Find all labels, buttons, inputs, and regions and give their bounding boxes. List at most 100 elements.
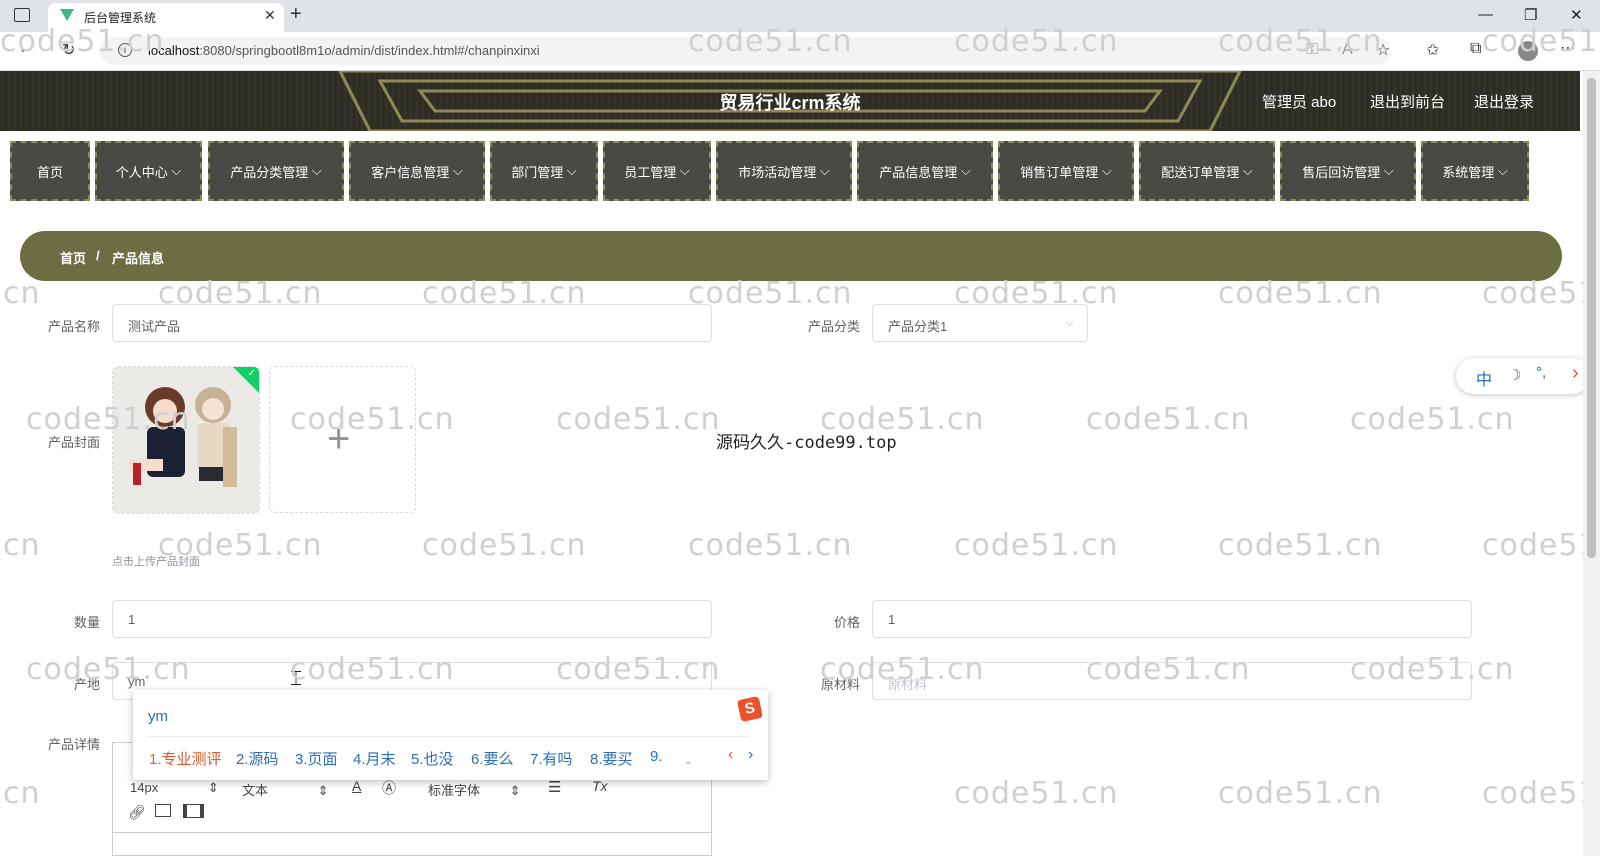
punctuation-icon[interactable]: °, — [1536, 364, 1546, 381]
menu-label: 销售订单管理 — [1020, 164, 1099, 180]
upload-cover-button[interactable]: + — [269, 366, 416, 513]
breadcrumb-separator: / — [96, 248, 100, 263]
watermark: code51.cn — [556, 402, 721, 437]
menu-label: 客户信息管理 — [371, 164, 450, 180]
product-detail-label: 产品详情 — [47, 737, 100, 752]
font-size-select[interactable]: 14px ⇕ — [130, 780, 219, 796]
watermark: code51.cn — [0, 528, 41, 563]
quantity-input[interactable]: 1 — [112, 600, 712, 638]
watermark: code51.cn — [1218, 528, 1383, 563]
uploaded-cover-image[interactable]: ✓ — [112, 366, 260, 514]
image-icon[interactable] — [155, 804, 171, 817]
chevron-down-icon: ⌵ — [1065, 315, 1075, 329]
menu-marketing-mgmt[interactable]: 市场活动管理 ⌵ — [716, 141, 852, 201]
select-arrows-icon: ⇕ — [317, 783, 329, 798]
exit-to-front-link[interactable]: 退出到前台 — [1370, 91, 1445, 112]
ime-expand-icon[interactable]: ⌄ — [684, 756, 692, 767]
chevron-right-icon[interactable]: › — [1572, 362, 1579, 385]
window-close-icon[interactable]: ✕ — [1570, 6, 1583, 24]
menu-label: 配送订单管理 — [1161, 164, 1240, 180]
chevron-down-icon: ⌵ — [960, 163, 971, 178]
ime-candidate[interactable]: 4.月末 — [353, 748, 396, 769]
chevron-down-icon: ⌵ — [566, 163, 577, 178]
sogou-logo-icon: S — [736, 695, 764, 723]
menu-sales-order-mgmt[interactable]: 销售订单管理 ⌵ — [998, 141, 1134, 201]
app-title: 贸易行业crm系统 — [719, 93, 861, 113]
tab-close-icon[interactable]: ✕ — [264, 7, 276, 24]
admin-user-label: 管理员 abo — [1262, 94, 1337, 111]
price-input[interactable]: 1 — [872, 600, 1472, 638]
ime-candidate[interactable]: 1.专业测评 — [149, 748, 222, 769]
watermark: code51.cn — [290, 652, 455, 687]
menu-label: 部门管理 — [511, 164, 564, 180]
ime-candidate[interactable]: 6.要么 — [471, 748, 514, 769]
font-size-value: 14px — [130, 780, 159, 795]
header-select[interactable]: 文本 ⇕ — [242, 780, 329, 799]
minimize-icon[interactable]: — — [1478, 6, 1493, 23]
collections-icon[interactable]: ⧉ — [1470, 40, 1481, 58]
watermark: code51.cn — [688, 276, 853, 311]
new-tab-icon[interactable]: + — [290, 3, 302, 26]
breadcrumb — [20, 231, 1562, 281]
logout-link[interactable]: 退出登录 — [1474, 91, 1534, 112]
background-color-icon[interactable]: Ⓐ — [382, 778, 396, 798]
ime-candidate[interactable]: 9. — [650, 748, 663, 765]
ime-candidate[interactable]: 7.有吗 — [530, 748, 573, 769]
font-color-icon[interactable]: A — [352, 778, 361, 794]
menu-aftersale-mgmt[interactable]: 售后回访管理 ⌵ — [1280, 141, 1416, 201]
watermark: code51.cn — [158, 276, 323, 311]
watermark: code51.cn — [26, 652, 191, 687]
font-family-select[interactable]: 标准字体 ⇕ — [428, 780, 521, 799]
favorites-icon[interactable]: ✩ — [1426, 40, 1439, 60]
chevron-down-icon: ⌵ — [1242, 163, 1253, 178]
watermark: code51.cn — [26, 402, 191, 437]
chevron-down-icon: ⌵ — [1101, 163, 1112, 178]
menu-label: 产品信息管理 — [879, 164, 958, 180]
watermark: code51.cn — [0, 276, 41, 311]
menu-label: 市场活动管理 — [738, 164, 817, 180]
restore-icon[interactable]: ❐ — [1524, 6, 1537, 24]
menu-employee-mgmt[interactable]: 员工管理 ⌵ — [603, 141, 711, 201]
tab-actions-icon[interactable] — [14, 8, 30, 22]
link-icon[interactable]: 🔗︎ — [128, 804, 146, 821]
clear-format-icon[interactable]: Tx — [592, 778, 608, 794]
vue-logo-icon — [60, 9, 74, 21]
chevron-down-icon: ⌵ — [1497, 163, 1508, 178]
watermark: code51.cn — [1218, 776, 1383, 811]
ime-chinese-mode[interactable]: 中 — [1476, 366, 1492, 390]
watermark: code51.cn — [158, 528, 323, 563]
ime-prev-page-icon[interactable]: ‹ — [728, 746, 733, 764]
scrollbar-thumb[interactable] — [1587, 78, 1596, 558]
menu-delivery-order-mgmt[interactable]: 配送订单管理 ⌵ — [1139, 141, 1275, 201]
watermark: code51.cn — [1350, 402, 1515, 437]
breadcrumb-home[interactable]: 首页 — [60, 248, 86, 267]
menu-personal-center[interactable]: 个人中心 ⌵ — [95, 141, 202, 201]
moon-icon[interactable]: ☽ — [1508, 366, 1521, 384]
quantity-value: 1 — [128, 612, 136, 627]
menu-label: 系统管理 — [1442, 164, 1495, 180]
product-category-value: 产品分类1 — [888, 319, 948, 334]
center-watermark: 源码久久-code99.top — [716, 433, 897, 453]
video-icon[interactable] — [183, 804, 204, 818]
menu-home[interactable]: 首页 — [10, 141, 90, 201]
product-name-label: 产品名称 — [47, 319, 100, 334]
ime-candidate[interactable]: 3.页面 — [295, 748, 338, 769]
watermark: code51.cn — [688, 24, 853, 59]
chevron-down-icon: ⌵ — [819, 163, 830, 178]
menu-category-mgmt[interactable]: 产品分类管理 ⌵ — [208, 141, 344, 201]
menu-customer-mgmt[interactable]: 客户信息管理 ⌵ — [349, 141, 485, 201]
menu-department-mgmt[interactable]: 部门管理 ⌵ — [490, 141, 598, 201]
watermark: code51.cn — [422, 276, 587, 311]
ime-candidate[interactable]: 8.要买 — [590, 748, 633, 769]
watermark: code51.cn — [1218, 276, 1383, 311]
watermark: code51.cn — [688, 528, 853, 563]
ime-next-page-icon[interactable]: › — [748, 746, 753, 764]
watermark: code51.cn — [954, 276, 1119, 311]
chevron-down-icon: ⌵ — [311, 163, 322, 178]
menu-product-mgmt[interactable]: 产品信息管理 ⌵ — [857, 141, 993, 201]
menu-system-mgmt[interactable]: 系统管理 ⌵ — [1421, 141, 1529, 201]
ime-candidate[interactable]: 5.也没 — [411, 748, 454, 769]
align-icon[interactable]: ☰ — [548, 778, 561, 796]
watermark: code51.cn — [556, 652, 721, 687]
ime-candidate[interactable]: 2.源码 — [236, 748, 279, 769]
